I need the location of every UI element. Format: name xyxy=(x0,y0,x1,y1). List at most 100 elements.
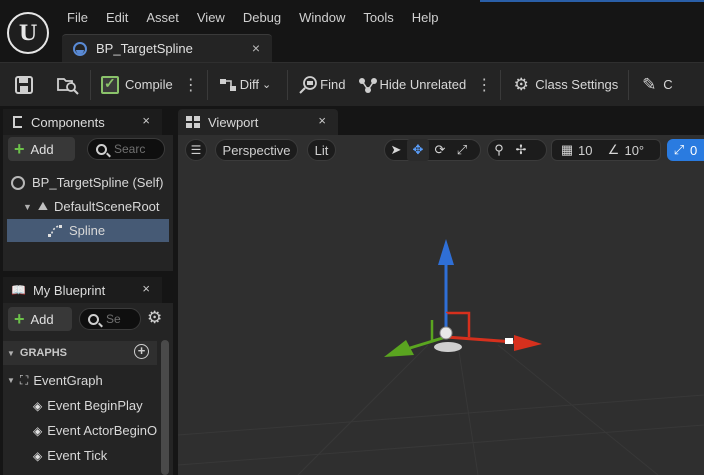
transform-gizmo[interactable] xyxy=(384,239,542,357)
my-blueprint-search-input[interactable]: Se xyxy=(79,308,141,330)
ground-grid xyxy=(178,344,704,475)
gizmo-x-tip xyxy=(505,338,513,344)
document-tab[interactable]: BP_TargetSpline × xyxy=(62,34,272,62)
menu-asset[interactable]: Asset xyxy=(137,10,188,25)
diff-button[interactable]: Diff ⌄ xyxy=(212,63,277,107)
tree-item-event-beginplay[interactable]: ◈ Event BeginPlay xyxy=(3,394,157,417)
viewport-scene xyxy=(178,239,704,475)
gizmo-y-arrow[interactable] xyxy=(384,340,414,357)
hide-unrelated-button[interactable]: Hide Unrelated xyxy=(351,63,472,107)
components-close-icon[interactable]: × xyxy=(142,113,150,128)
class-defaults-button[interactable]: ✎ C xyxy=(633,63,678,107)
event-node-icon: ◈ xyxy=(33,448,43,463)
grid-snap-value[interactable]: 10 xyxy=(578,143,592,158)
viewport-tab-label: Viewport xyxy=(208,114,259,130)
expand-arrow-icon: ▼ xyxy=(7,376,15,385)
move-mode-icon[interactable]: ✥ xyxy=(407,139,429,161)
class-settings-button[interactable]: ⚙ Class Settings xyxy=(505,63,624,107)
my-blueprint-title: My Blueprint xyxy=(32,282,106,298)
perspective-label: Perspective xyxy=(222,142,291,158)
viewport-icon xyxy=(186,116,200,128)
settings-gear-icon[interactable]: ⚙ xyxy=(147,308,162,328)
unreal-logo[interactable]: U xyxy=(7,12,49,54)
tree-item-self[interactable]: BP_TargetSpline (Self) xyxy=(7,171,169,194)
add-graph-icon[interactable]: + xyxy=(134,344,149,359)
perspective-button[interactable]: Perspective xyxy=(215,139,298,161)
graphs-header-label: GRAPHS xyxy=(19,347,67,359)
my-blueprint-close-icon[interactable]: × xyxy=(142,281,150,296)
components-search-input[interactable]: Searc xyxy=(87,138,165,160)
components-add-button[interactable]: + Add xyxy=(8,137,75,161)
expand-arrow-icon: ▼ xyxy=(23,201,32,212)
tree-item-event-tick[interactable]: ◈ Event Tick xyxy=(3,444,157,467)
scene-root-icon: ⛰ xyxy=(37,199,49,213)
tree-item-label: BP_TargetSpline (Self) xyxy=(32,175,164,190)
viewport-canvas[interactable]: ☰ Perspective Lit ➤ ✥ ⟳ ⤢ ⚲ ✢ ▦ 10 ∠ 10°… xyxy=(178,135,704,475)
toolbar-separator xyxy=(628,69,630,100)
browse-button[interactable] xyxy=(40,63,86,107)
compile-button[interactable]: Compile xyxy=(95,63,179,107)
event-label: Event ActorBeginO xyxy=(47,423,157,438)
menu-view[interactable]: View xyxy=(188,10,234,25)
spline-icon xyxy=(48,224,62,237)
compile-status-icon xyxy=(101,75,119,94)
my-blueprint-add-label: Add xyxy=(30,311,54,327)
components-icon xyxy=(13,116,22,128)
tree-item-event-graph[interactable]: ▼ ⛶ EventGraph xyxy=(3,369,165,392)
scale-snap-group[interactable]: ⤢ 0 xyxy=(667,139,704,161)
scale-mode-icon[interactable]: ⤢ xyxy=(451,139,473,161)
scale-snap-icon: ⤢ xyxy=(673,142,685,157)
tree-item-label: DefaultSceneRoot xyxy=(54,199,160,214)
gizmo-z-arrow[interactable] xyxy=(438,239,454,265)
my-blueprint-add-button[interactable]: + Add xyxy=(8,307,72,331)
save-button[interactable] xyxy=(0,63,40,107)
select-mode-icon[interactable]: ➤ xyxy=(385,139,407,161)
components-search-placeholder: Searc xyxy=(114,142,146,156)
gizmo-x-axis[interactable] xyxy=(445,335,515,344)
components-title: Components xyxy=(31,114,105,130)
world-space-icon[interactable]: ⚲ xyxy=(488,139,510,161)
transform-mode-group: ➤ ✥ ⟳ ⤢ xyxy=(384,139,481,161)
tree-item-default-scene-root[interactable]: ▼ ⛰ DefaultSceneRoot xyxy=(7,195,169,218)
grid-snap-icon[interactable]: ▦ xyxy=(556,139,578,161)
event-graph-label: EventGraph xyxy=(33,373,103,388)
document-tab-close-icon[interactable]: × xyxy=(252,40,260,56)
lit-button[interactable]: Lit xyxy=(307,139,336,161)
viewport-options-button[interactable]: ☰ xyxy=(185,139,207,161)
menu-debug[interactable]: Debug xyxy=(234,10,290,25)
compile-options-icon[interactable]: ⋮ xyxy=(179,75,203,95)
search-icon xyxy=(96,143,107,155)
plus-icon: + xyxy=(14,139,25,159)
gizmo-x-arrow[interactable] xyxy=(514,335,542,351)
my-blueprint-scrollbar[interactable] xyxy=(161,340,169,475)
rotation-snap-value[interactable]: 10° xyxy=(624,143,644,158)
rotation-snap-icon[interactable]: ∠ xyxy=(602,139,624,161)
menu-tools[interactable]: Tools xyxy=(354,10,402,25)
find-icon xyxy=(299,75,318,94)
my-blueprint-panel-header: 📖 My Blueprint × xyxy=(3,277,162,303)
menu-help[interactable]: Help xyxy=(403,10,448,25)
event-node-icon: ◈ xyxy=(33,423,43,438)
graphs-section-header[interactable]: ▼ GRAPHS + xyxy=(3,341,157,365)
hide-unrelated-options-icon[interactable]: ⋮ xyxy=(472,75,496,95)
find-label: Find xyxy=(320,77,346,92)
toolbar: Compile ⋮ Diff ⌄ Find Hide Unrelated ⋮ xyxy=(0,62,704,106)
title-bar: U File Edit Asset View Debug Window Tool… xyxy=(0,0,704,62)
menu-bar: File Edit Asset View Debug Window Tools … xyxy=(58,0,448,34)
book-icon: 📖 xyxy=(11,283,26,297)
coordinate-group: ⚲ ✢ xyxy=(487,139,547,161)
toolbar-separator xyxy=(90,69,91,100)
viewport-tab[interactable]: Viewport × xyxy=(178,109,338,135)
menu-edit[interactable]: Edit xyxy=(97,10,137,25)
viewport-close-icon[interactable]: × xyxy=(318,113,326,128)
collapse-arrow-icon: ▼ xyxy=(7,348,15,358)
tree-item-event-actorbeginoverlap[interactable]: ◈ Event ActorBeginO xyxy=(3,419,157,442)
surface-snap-icon[interactable]: ✢ xyxy=(510,139,532,161)
hide-unrelated-icon xyxy=(359,77,378,93)
my-blueprint-search-placeholder: Se xyxy=(106,312,121,326)
menu-file[interactable]: File xyxy=(58,10,97,25)
tree-item-spline[interactable]: Spline xyxy=(7,219,169,242)
rotate-mode-icon[interactable]: ⟳ xyxy=(429,139,451,161)
find-button[interactable]: Find xyxy=(292,63,351,107)
menu-window[interactable]: Window xyxy=(290,10,354,25)
